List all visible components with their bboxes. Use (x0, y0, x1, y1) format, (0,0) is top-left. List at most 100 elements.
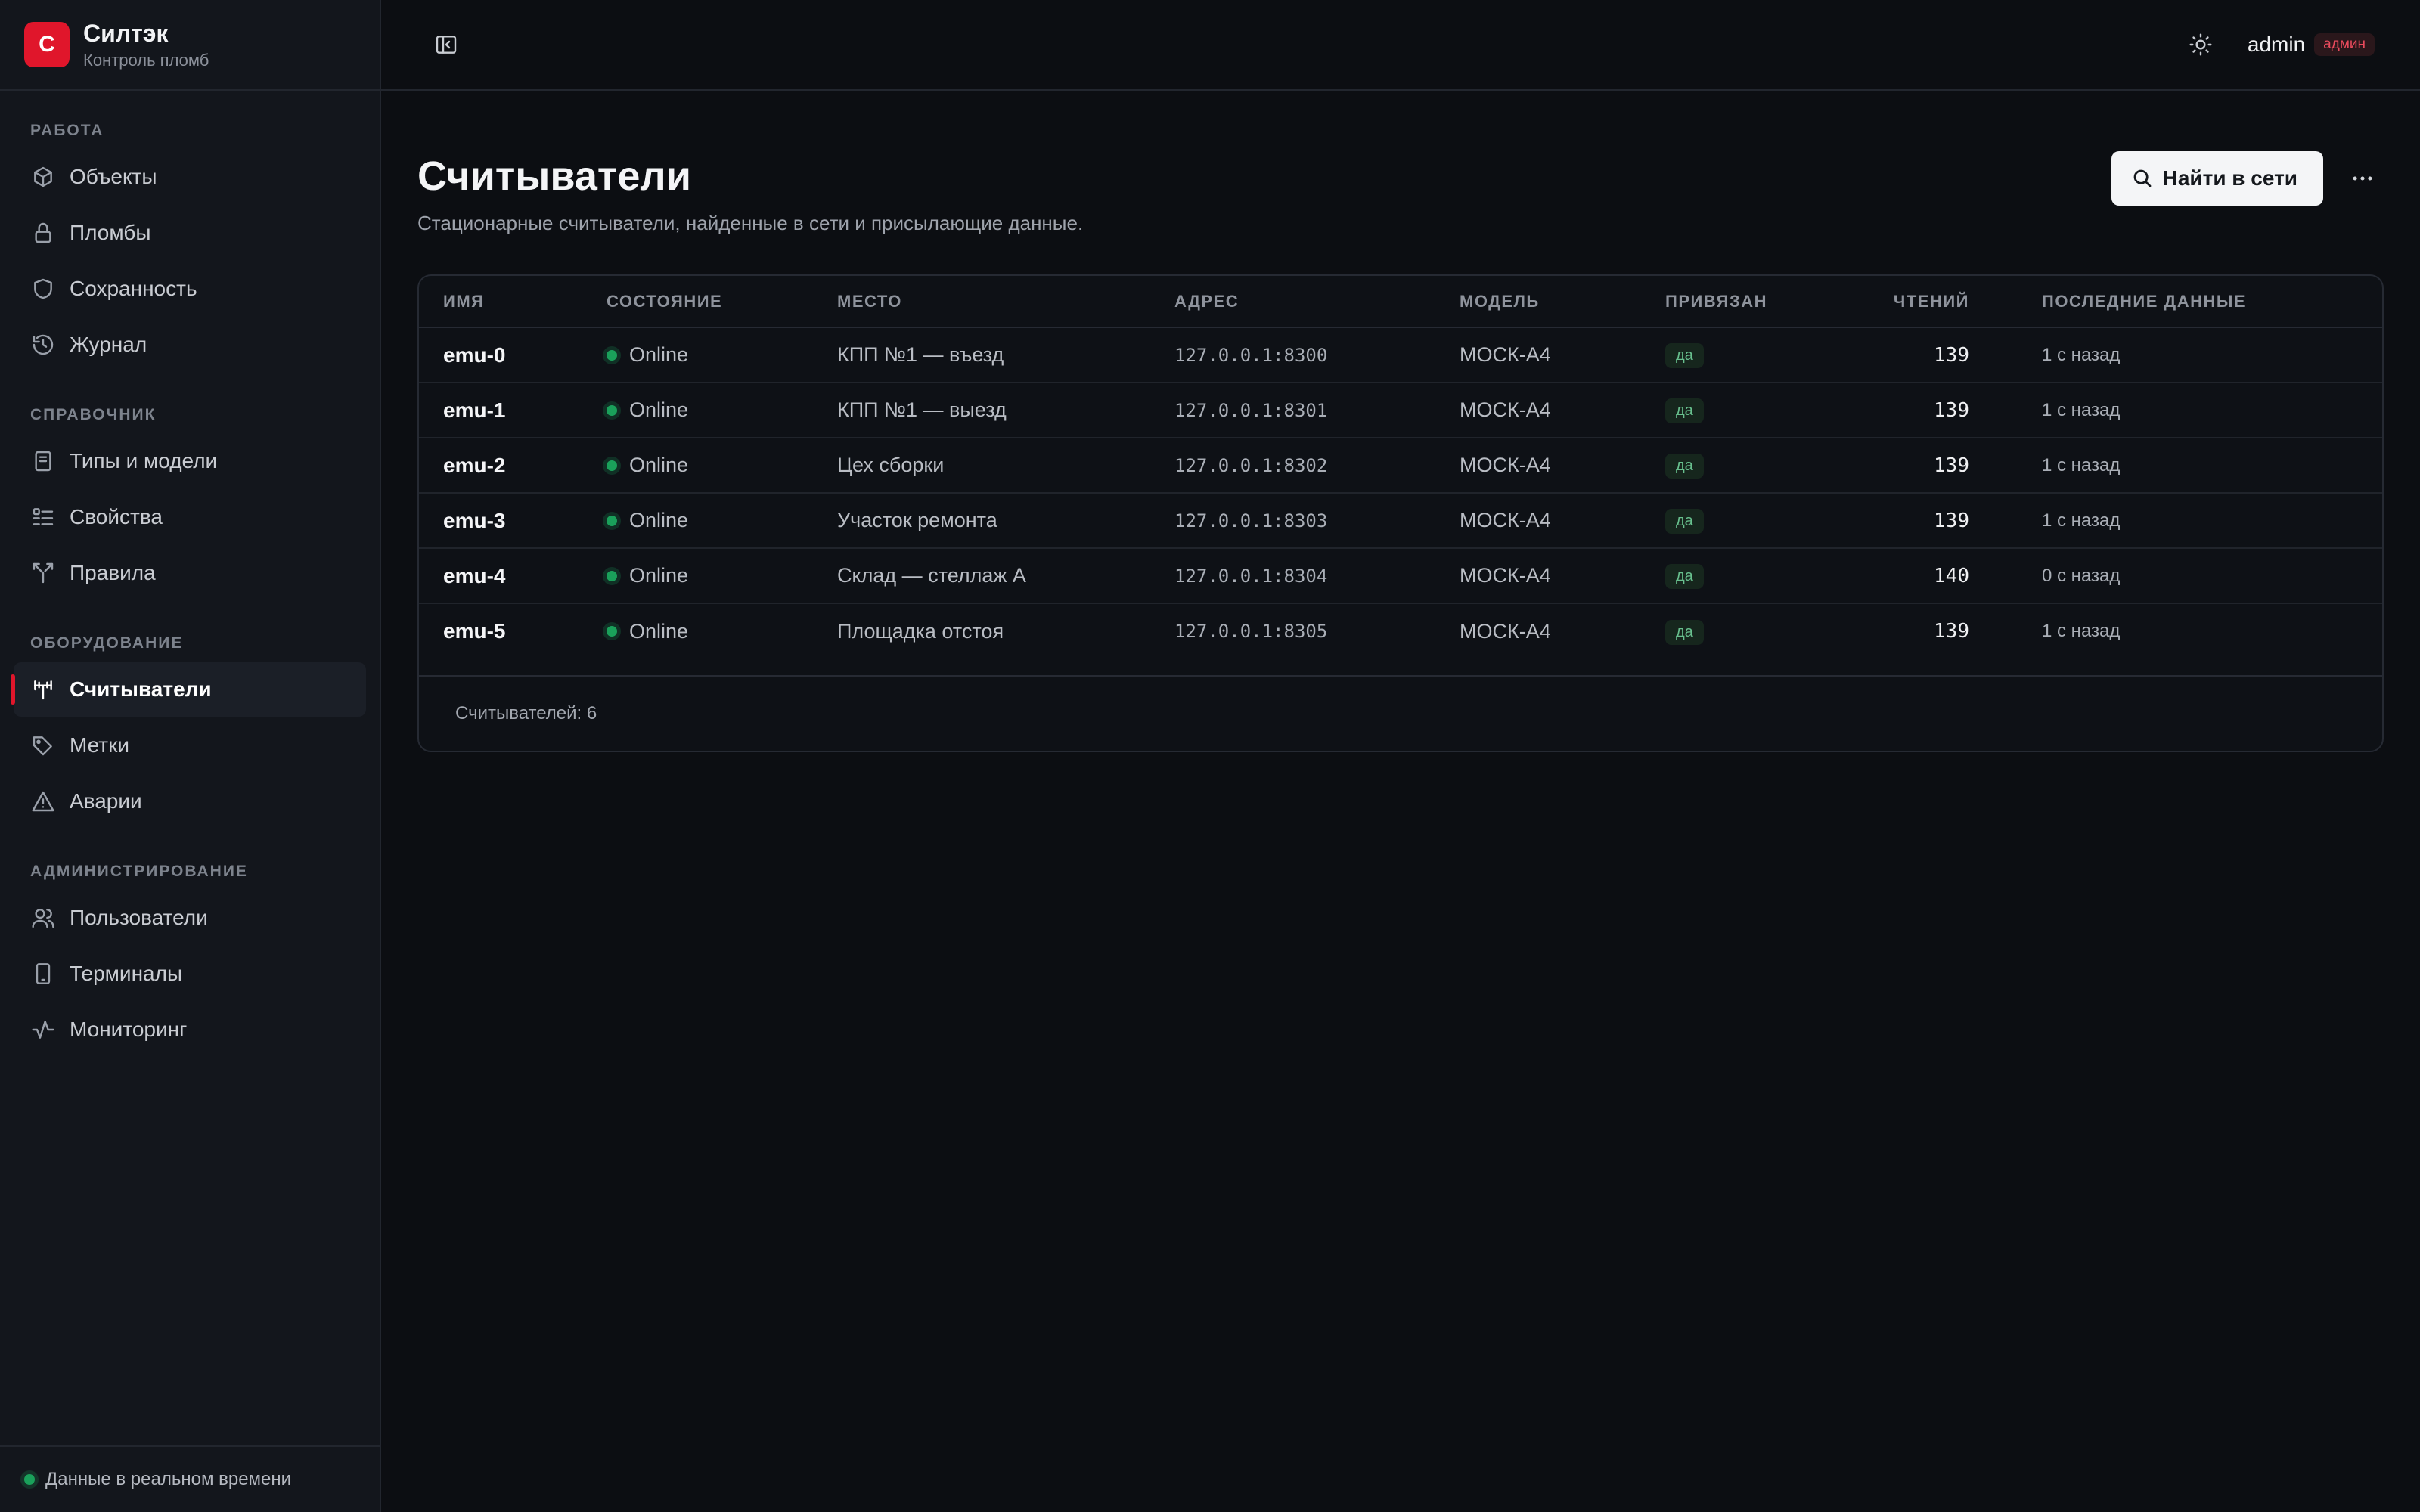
sidebar-item[interactable]: Журнал (14, 318, 366, 372)
user-name: admin (2247, 33, 2306, 56)
online-status-dot (607, 460, 617, 471)
sidebar-item-label: Пломбы (70, 221, 151, 244)
book-icon (30, 448, 56, 474)
column-header[interactable]: ИМЯ (419, 276, 582, 328)
nav-section: ОБОРУДОВАНИЕ Считыватели Метки Аварии (0, 626, 380, 829)
user-menu[interactable]: admin админ (2248, 33, 2375, 57)
nav-section: АДМИНИСТРИРОВАНИЕ Пользователи Терминалы Мо… (0, 854, 380, 1057)
page-description: Стационарные считыватели, найденные в се… (417, 212, 1084, 234)
cell-place: КПП №1 — выезд (813, 383, 1150, 438)
readers-table-card: ИМЯ СОСТОЯНИЕ МЕСТО АДРЕС МОДЕЛЬ ПРИВЯЗАН ЧТЕН… (417, 274, 2384, 752)
nav-section: РАБОТА Объекты Пломбы Сохранность Журнал (0, 113, 380, 372)
tablet-icon (30, 961, 56, 987)
column-header[interactable]: ПРИВЯЗАН (1641, 276, 1853, 328)
sidebar-item-label: Журнал (70, 333, 147, 356)
app-window: C Силтэк Контроль пломб РАБОТА Объекты Пло… (0, 0, 2420, 1512)
cell-reads: 139 (1853, 493, 2018, 549)
sidebar-item[interactable]: Типы и модели (14, 434, 366, 488)
sidebar-item[interactable]: Мониторинг (14, 1002, 366, 1057)
cell-bound: да (1641, 327, 1853, 383)
table-footer-count: Считывателей: 6 (455, 703, 597, 723)
readers-table: ИМЯ СОСТОЯНИЕ МЕСТО АДРЕС МОДЕЛЬ ПРИВЯЗАН ЧТЕН… (419, 276, 2382, 658)
cell-place: КПП №1 — въезд (813, 327, 1150, 383)
cell-reads: 140 (1853, 548, 2018, 604)
sidebar-item[interactable]: Пользователи (14, 891, 366, 945)
bound-badge: да (1665, 343, 1704, 368)
find-in-network-label: Найти в сети (2162, 166, 2297, 190)
cell-reads: 139 (1853, 383, 2018, 438)
nav-section-heading: РАБОТА (30, 122, 104, 139)
status-text: Online (629, 343, 689, 366)
cell-model: МОСК-А4 (1460, 619, 1551, 643)
sidebar-item-label: Считыватели (70, 677, 212, 701)
sidebar-item-label: Терминалы (70, 962, 183, 985)
sidebar-item-label: Мониторинг (70, 1018, 188, 1041)
history-icon (30, 332, 56, 358)
theme-toggle-button[interactable] (2181, 25, 2220, 64)
sidebar-item-label: Правила (70, 561, 156, 584)
online-status-dot (607, 570, 617, 581)
sun-icon (2189, 33, 2212, 56)
brand[interactable]: C Силтэк Контроль пломб (0, 0, 380, 91)
toggle-sidebar-button[interactable] (427, 25, 466, 64)
tags-icon (30, 733, 56, 758)
pulse-icon (30, 1017, 56, 1043)
cell-reads: 139 (1853, 327, 2018, 383)
cell-address: 127.0.0.1:8304 (1150, 548, 1435, 604)
cell-name: emu-2 (419, 438, 582, 494)
sidebar-item-label: Сохранность (70, 277, 197, 300)
more-actions-button[interactable] (2341, 157, 2384, 200)
sidebar-nav: РАБОТА Объекты Пломбы Сохранность Журнал СПРА… (0, 91, 380, 1445)
sidebar-item[interactable]: Пломбы (14, 206, 366, 260)
cell-bound: да (1641, 438, 1853, 494)
warning-icon (30, 789, 56, 814)
search-icon (2133, 169, 2151, 187)
cell-state: Online (582, 493, 813, 549)
status-text: Online (629, 509, 689, 531)
cell-last: 1 с назад (2042, 621, 2121, 641)
cell-place: Склад — стеллаж А (813, 548, 1150, 604)
cell-reads: 139 (1853, 438, 2018, 494)
cell-state: Online (582, 438, 813, 494)
column-header[interactable]: АДРЕС (1150, 276, 1435, 328)
find-in-network-button[interactable]: Найти в сети (2111, 151, 2323, 206)
sidebar-item[interactable]: Аварии (14, 774, 366, 829)
table-row[interactable]: emu-1 Online КПП №1 — выезд 127.0.0.1:8301 М… (419, 383, 2382, 438)
cell-state: Online (582, 383, 813, 438)
sidebar-item[interactable]: Свойства (14, 490, 366, 544)
cell-address: 127.0.0.1:8301 (1150, 383, 1435, 438)
shield-icon (30, 276, 56, 302)
column-header[interactable]: ЧТЕНИЙ (1853, 276, 2018, 328)
sidebar-item[interactable]: Терминалы (14, 947, 366, 1001)
lock-icon (30, 220, 56, 246)
list-icon (30, 504, 56, 530)
bound-badge: да (1665, 454, 1704, 479)
status-text: Online (629, 454, 689, 476)
table-row[interactable]: emu-3 Online Участок ремонта 127.0.0.1:8303… (419, 493, 2382, 549)
column-header[interactable]: ПОСЛЕДНИЕ ДАННЫЕ (2018, 276, 2382, 328)
nav-section-heading: СПРАВОЧНИК (30, 406, 157, 423)
sidebar-item[interactable]: Объекты (14, 150, 366, 204)
cell-address: 127.0.0.1:8305 (1174, 621, 1328, 642)
cell-last: 1 с назад (2018, 438, 2382, 494)
sidebar-item[interactable]: Правила (14, 546, 366, 600)
brand-subtitle: Контроль пломб (83, 50, 209, 70)
table-row[interactable]: emu-0 Online КПП №1 — въезд 127.0.0.1:8300 М… (419, 327, 2382, 383)
column-header[interactable]: МОДЕЛЬ (1435, 276, 1641, 328)
column-header[interactable]: СОСТОЯНИЕ (582, 276, 813, 328)
table-row[interactable]: emu-5 Online Площадка отстоя 127.0.0.1:8305… (419, 603, 2382, 658)
cell-name: emu-3 (419, 493, 582, 549)
cell-name: emu-1 (419, 383, 582, 438)
table-row[interactable]: emu-4 Online Склад — стеллаж А 127.0.0.1:83… (419, 548, 2382, 604)
sidebar-item[interactable]: Сохранность (14, 262, 366, 316)
column-header[interactable]: МЕСТО (813, 276, 1150, 328)
nav-section-heading: АДМИНИСТРИРОВАНИЕ (30, 863, 248, 880)
sidebar-item-label: Пользователи (70, 906, 208, 929)
sidebar-item[interactable]: Считыватели (11, 662, 366, 717)
brand-logo: C (24, 22, 70, 67)
sidebar-item[interactable]: Метки (14, 718, 366, 773)
cell-state: Online (582, 603, 813, 658)
cell-last: 1 с назад (2018, 493, 2382, 549)
cell-bound: да (1641, 493, 1853, 549)
table-row[interactable]: emu-2 Online Цех сборки 127.0.0.1:8302 МОСК-… (419, 438, 2382, 494)
